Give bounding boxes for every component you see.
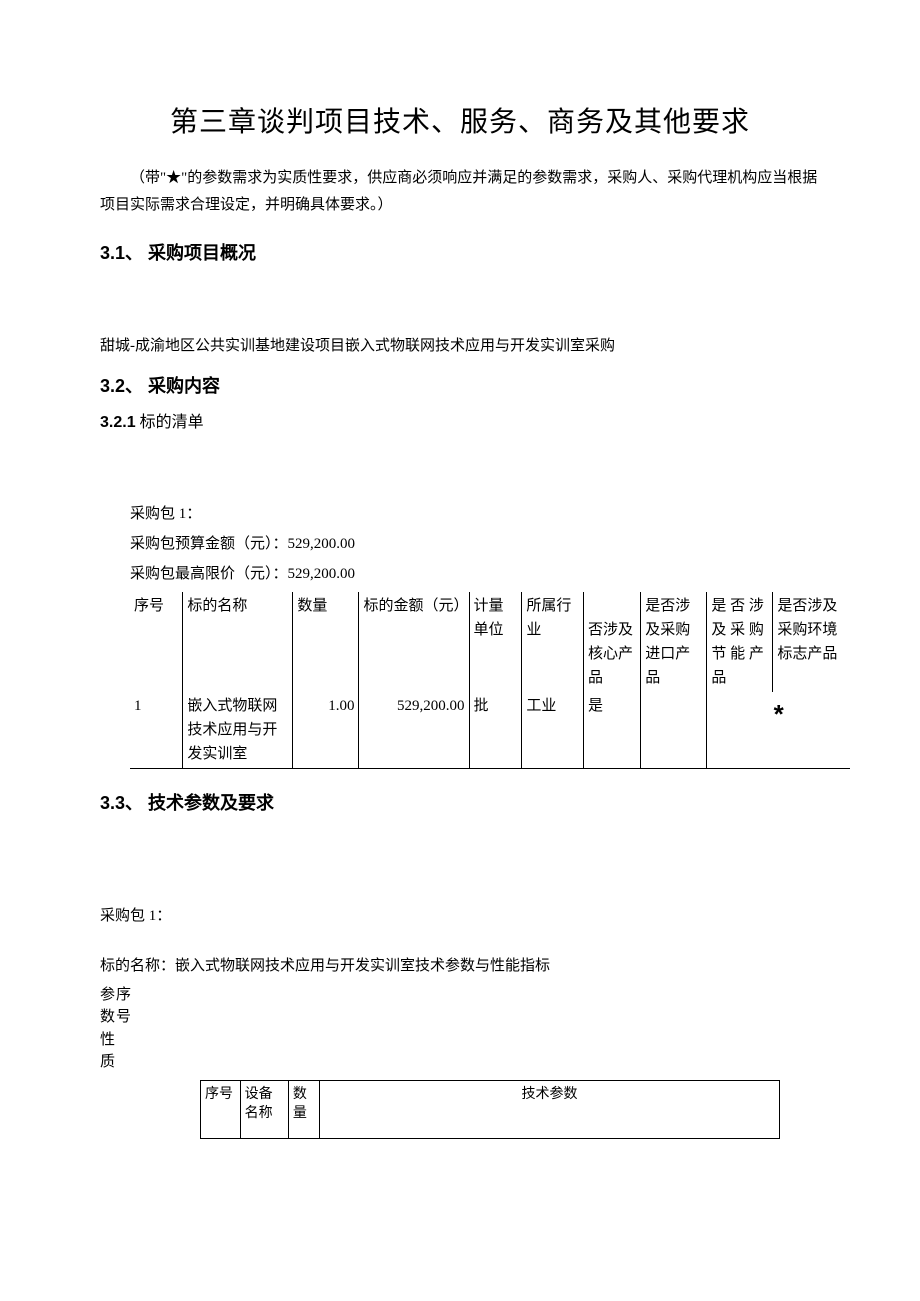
col-seq: 序号 bbox=[130, 592, 183, 692]
col-seq: 序号 bbox=[201, 1080, 241, 1138]
col-amount: 标的金额（元） bbox=[359, 592, 469, 692]
section-num: 3.1、 bbox=[100, 243, 143, 263]
section-num: 3.3、 bbox=[100, 793, 143, 813]
col-devname: 设备名称 bbox=[240, 1080, 288, 1138]
ceiling-line: 采购包最高限价（元）：529,200.00 bbox=[130, 562, 820, 586]
col-qty: 数量 bbox=[288, 1080, 319, 1138]
table-header-row: 序号 标的名称 数量 标的金额（元） 计量单位 所属行业 否涉及核心产品 是否涉… bbox=[130, 592, 850, 692]
param-seq-label: 序号 bbox=[116, 984, 132, 1029]
col-name: 标的名称 bbox=[183, 592, 293, 692]
section-3-1: 3.1、 采购项目概况 bbox=[100, 239, 820, 268]
col-env: 是否涉及采购环境标志产品 bbox=[773, 592, 850, 692]
cell-unit: 批 bbox=[469, 692, 522, 769]
col-spec: 技术参数 bbox=[320, 1080, 780, 1138]
cell-name: 嵌入式物联网技术应用与开发实训室 bbox=[183, 692, 293, 769]
cell-amount: 529,200.00 bbox=[359, 692, 469, 769]
section-title: 技术参数及要求 bbox=[148, 793, 274, 813]
col-core: 否涉及核心产品 bbox=[584, 592, 641, 692]
section-3-2: 3.2、 采购内容 bbox=[100, 372, 820, 401]
star-note: （带"★"的参数需求为实质性要求，供应商必须响应并满足的参数需求，采购人、采购代… bbox=[100, 165, 820, 219]
col-unit: 计量单位 bbox=[469, 592, 522, 692]
col-qty: 数量 bbox=[293, 592, 359, 692]
listing-table: 序号 标的名称 数量 标的金额（元） 计量单位 所属行业 否涉及核心产品 是否涉… bbox=[130, 592, 850, 769]
params-table: 序号 设备名称 数量 技术参数 bbox=[200, 1080, 780, 1139]
package-label-2: 采购包 1： bbox=[100, 904, 820, 928]
section-3-3: 3.3、 技术参数及要求 bbox=[100, 789, 820, 818]
col-industry: 所属行业 bbox=[522, 592, 584, 692]
cell-seq: 1 bbox=[130, 692, 183, 769]
star-icon: * bbox=[774, 699, 784, 729]
section-3-2-1: 3.2.1 标的清单 bbox=[100, 410, 820, 436]
col-energy: 是 否 涉及 采 购节 能 产品 bbox=[707, 592, 773, 692]
subsection-title: 标的清单 bbox=[140, 414, 204, 431]
col-import: 是否涉及采购进口产品 bbox=[641, 592, 707, 692]
cell-qty: 1.00 bbox=[293, 692, 359, 769]
cell-core: 是 bbox=[584, 692, 641, 769]
overview-text: 甜城-成渝地区公共实训基地建设项目嵌入式物联网技术应用与开发实训室采购 bbox=[100, 334, 820, 358]
table-row: 1 嵌入式物联网技术应用与开发实训室 1.00 529,200.00 批 工业 … bbox=[130, 692, 850, 769]
cell-import bbox=[641, 692, 707, 769]
table-header-row: 序号 设备名称 数量 技术参数 bbox=[201, 1080, 780, 1138]
section-title: 采购项目概况 bbox=[148, 243, 256, 263]
package-label: 采购包 1： bbox=[130, 502, 820, 526]
target-name-line: 标的名称：嵌入式物联网技术应用与开发实训室技术参数与性能指标 bbox=[100, 954, 820, 978]
budget-line: 采购包预算金额（元）：529,200.00 bbox=[130, 532, 820, 556]
section-title: 采购内容 bbox=[148, 376, 220, 396]
param-nature-label: 参数性质 bbox=[100, 984, 116, 1074]
cell-star: * bbox=[707, 692, 850, 769]
chapter-title: 第三章谈判项目技术、服务、商务及其他要求 bbox=[100, 100, 820, 145]
subsection-num: 3.2.1 bbox=[100, 414, 136, 431]
section-num: 3.2、 bbox=[100, 376, 143, 396]
cell-industry: 工业 bbox=[522, 692, 584, 769]
